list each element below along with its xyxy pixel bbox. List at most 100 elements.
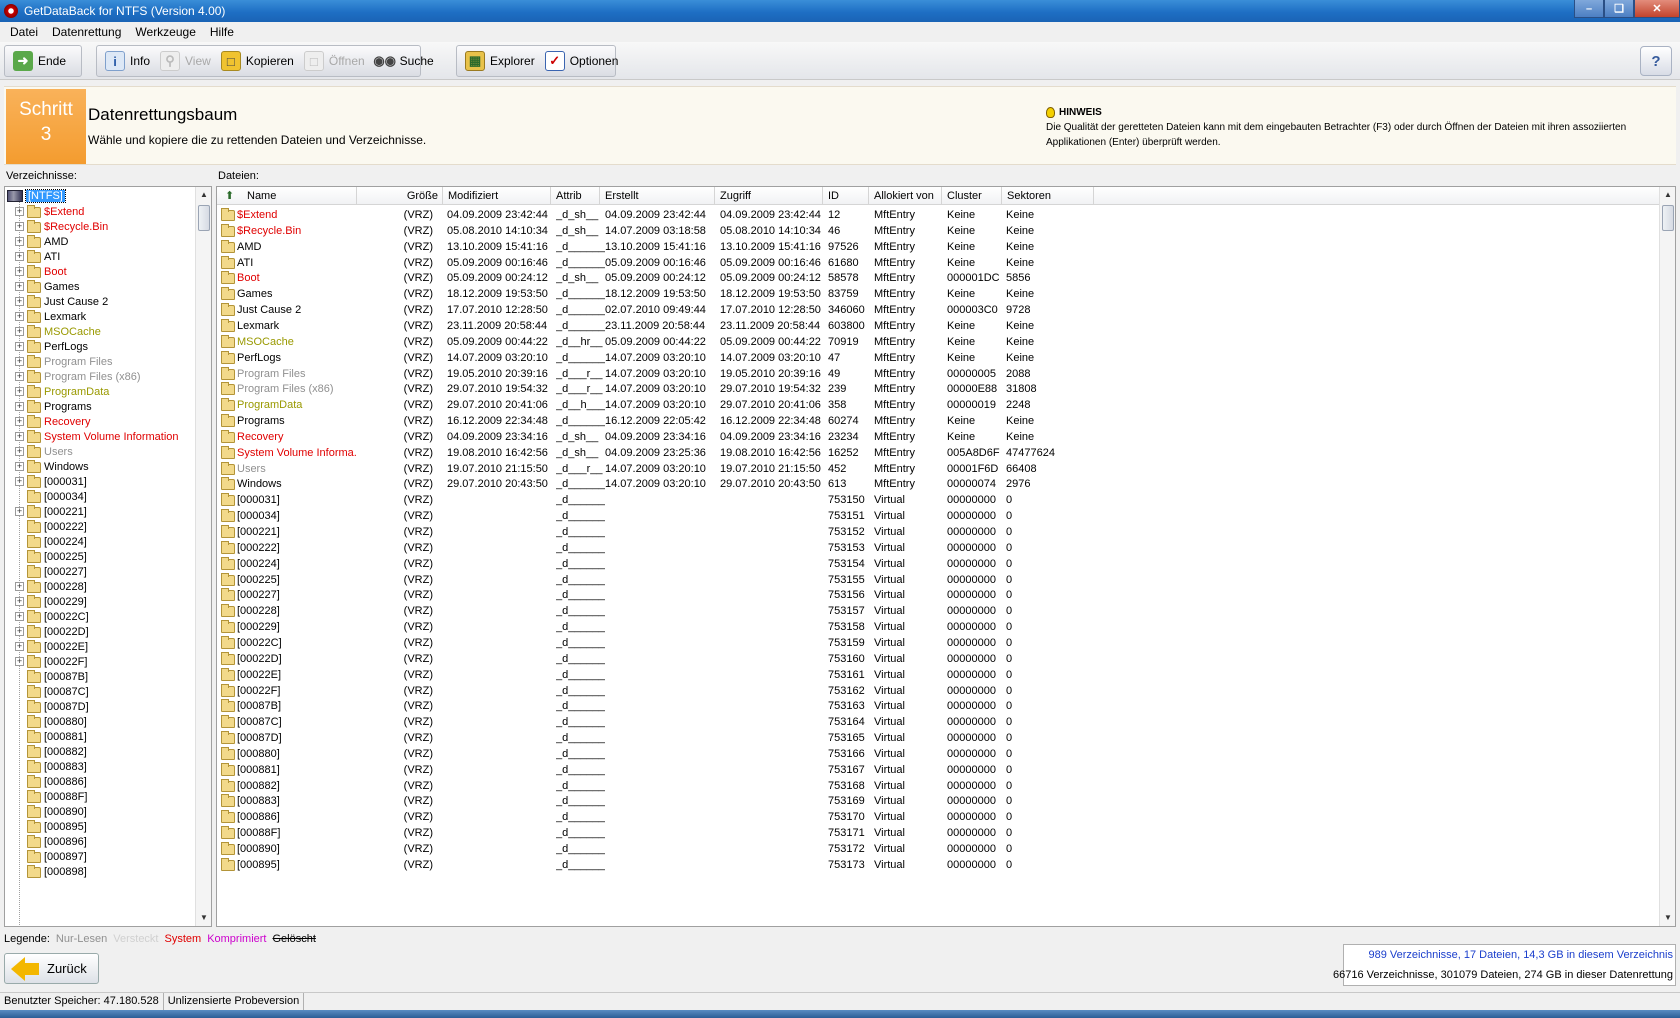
expand-icon[interactable]: + [15,252,24,261]
column-header[interactable]: Größe [357,187,443,205]
column-header[interactable]: Zugriff [715,187,823,205]
file-row[interactable]: [000229] (VRZ) _d______ 753158 Virtual 000000… [217,619,1661,636]
file-row[interactable]: $Extend (VRZ) 04.09.2009 23:42:44 _d_sh__ 04… [217,207,1661,224]
file-row[interactable]: Games (VRZ) 18.12.2009 19:53:50 _d______ 18.… [217,286,1661,303]
files-scrollbar[interactable]: ▲ ▼ [1659,187,1675,926]
tree-item[interactable]: [000224] [27,534,87,550]
tree-item[interactable]: + AMD [15,234,68,250]
expand-icon[interactable]: + [15,327,24,336]
file-row[interactable]: [000881] (VRZ) _d______ 753167 Virtual 000000… [217,762,1661,779]
optionen-button[interactable]: ✓ Optionen [541,48,625,74]
expand-icon[interactable]: + [15,612,24,621]
file-row[interactable]: [00022D] (VRZ) _d______ 753160 Virtual 000000… [217,651,1661,668]
expand-icon[interactable]: + [15,372,24,381]
file-row[interactable]: [00087B] (VRZ) _d______ 753163 Virtual 000000… [217,698,1661,715]
restore-button[interactable]: ❏ [1604,0,1634,18]
file-row[interactable]: [000224] (VRZ) _d______ 753154 Virtual 000000… [217,556,1661,573]
file-row[interactable]: PerfLogs (VRZ) 14.07.2009 03:20:10 _d______… [217,350,1661,367]
tree-item[interactable]: + [000228] [15,579,87,595]
expand-icon[interactable]: + [15,642,24,651]
menu-hilfe[interactable]: Hilfe [203,25,241,39]
suche-button[interactable]: ◉◉ Suche [371,48,440,74]
menu-werkzeuge[interactable]: Werkzeuge [128,25,202,39]
file-row[interactable]: [000886] (VRZ) _d______ 753170 Virtual 000000… [217,809,1661,826]
expand-icon[interactable]: + [15,312,24,321]
tree-item[interactable]: + PerfLogs [15,339,88,355]
expand-icon[interactable]: + [15,237,24,246]
back-button[interactable]: Zurück [4,953,99,984]
tree-item[interactable]: + Programs [15,399,92,415]
tree-item[interactable]: + Program Files (x86) [15,369,141,385]
file-row[interactable]: [00022C] (VRZ) _d______ 753159 Virtual 000000… [217,635,1661,652]
expand-icon[interactable]: + [15,207,24,216]
column-header[interactable]: Cluster [942,187,1002,205]
tree-item[interactable]: + $Recycle.Bin [15,219,108,235]
file-row[interactable]: Just Cause 2 (VRZ) 17.07.2010 12:28:50 _d__… [217,302,1661,319]
scroll-down-icon[interactable]: ▼ [1660,910,1675,926]
file-row[interactable]: Recovery (VRZ) 04.09.2009 23:34:16 _d_sh__ 0… [217,429,1661,446]
file-row[interactable]: [00088F] (VRZ) _d______ 753171 Virtual 000000… [217,825,1661,842]
expand-icon[interactable]: + [15,462,24,471]
oeffnen-button[interactable]: □ Öffnen [300,48,371,74]
file-row[interactable]: Windows (VRZ) 29.07.2010 20:43:50 _d______ 1… [217,476,1661,493]
directory-tree[interactable]: [NTFS] + $Extend + $Recycle.Bin + AMD + ATI + Boo… [4,186,212,927]
tree-item[interactable]: [000882] [27,744,87,760]
tree-item[interactable]: + Windows [15,459,89,475]
file-row[interactable]: [000222] (VRZ) _d______ 753153 Virtual 000000… [217,540,1661,557]
expand-icon[interactable]: + [15,222,24,231]
file-row[interactable]: [00022E] (VRZ) _d______ 753161 Virtual 000000… [217,667,1661,684]
tree-item[interactable]: [000881] [27,729,87,745]
column-header[interactable]: Name [217,187,357,205]
tree-item[interactable]: + ProgramData [15,384,109,400]
file-row[interactable]: Lexmark (VRZ) 23.11.2009 20:58:44 _d______ 2… [217,318,1661,335]
expand-icon[interactable]: + [15,477,24,486]
expand-icon[interactable]: + [15,432,24,441]
tree-item[interactable]: [000897] [27,849,87,865]
menu-datei[interactable]: Datei [3,25,45,39]
scroll-thumb[interactable] [1662,205,1674,231]
info-button[interactable]: i Info [101,48,156,74]
expand-icon[interactable]: + [15,402,24,411]
file-row[interactable]: ATI (VRZ) 05.09.2009 00:16:46 _d______ 05.09… [217,255,1661,272]
expand-icon[interactable]: + [15,282,24,291]
tree-item[interactable]: [00088F] [27,789,87,805]
file-row[interactable]: [000221] (VRZ) _d______ 753152 Virtual 000000… [217,524,1661,541]
file-row[interactable]: Program Files (x86) (VRZ) 29.07.2010 19:54… [217,381,1661,398]
up-folder-icon[interactable]: ⬆ [225,187,234,205]
tree-item[interactable]: [000227] [27,564,87,580]
column-header[interactable]: ID [823,187,869,205]
file-row[interactable]: Programs (VRZ) 16.12.2009 22:34:48 _d______… [217,413,1661,430]
tree-item[interactable]: + Boot [15,264,67,280]
file-row[interactable]: [000031] (VRZ) _d______ 753150 Virtual 000000… [217,492,1661,509]
explorer-button[interactable]: ▦ Explorer [461,48,541,74]
tree-item[interactable]: + Program Files [15,354,112,370]
tree-item[interactable]: + Games [15,279,79,295]
file-row[interactable]: [000034] (VRZ) _d______ 753151 Virtual 000000… [217,508,1661,525]
tree-item[interactable]: [00087B] [27,669,88,685]
file-row[interactable]: AMD (VRZ) 13.10.2009 15:41:16 _d______ 13.10… [217,239,1661,256]
file-row[interactable]: [00087D] (VRZ) _d______ 753165 Virtual 000000… [217,730,1661,747]
tree-root[interactable]: [NTFS] [7,188,66,204]
tree-item[interactable]: + Recovery [15,414,90,430]
tree-item[interactable]: [000222] [27,519,87,535]
file-row[interactable]: Boot (VRZ) 05.09.2009 00:24:12 _d_sh__ 05.09… [217,270,1661,287]
tree-item[interactable]: + ATI [15,249,60,265]
scroll-down-icon[interactable]: ▼ [196,910,211,926]
column-header[interactable]: Modifiziert [443,187,551,205]
column-header[interactable]: Attrib [551,187,600,205]
expand-icon[interactable]: + [15,657,24,666]
file-row[interactable]: [00022F] (VRZ) _d______ 753162 Virtual 000000… [217,683,1661,700]
tree-item[interactable]: [000886] [27,774,87,790]
expand-icon[interactable]: + [15,417,24,426]
file-row[interactable]: Users (VRZ) 19.07.2010 21:15:50 _d___r__ 14.… [217,461,1661,478]
tree-item[interactable]: + Just Cause 2 [15,294,108,310]
tree-item[interactable]: + [000031] [15,474,87,490]
expand-icon[interactable]: + [15,582,24,591]
file-row[interactable]: [000228] (VRZ) _d______ 753157 Virtual 000000… [217,603,1661,620]
tree-item[interactable]: [000890] [27,804,87,820]
tree-item[interactable]: [00087D] [27,699,89,715]
close-button[interactable]: ✕ [1634,0,1680,18]
file-list[interactable]: Name Größe Modifiziert Attrib Erstellt Zugrif… [216,186,1676,927]
expand-icon[interactable]: + [15,357,24,366]
file-row[interactable]: [000895] (VRZ) _d______ 753173 Virtual 000000… [217,857,1661,874]
